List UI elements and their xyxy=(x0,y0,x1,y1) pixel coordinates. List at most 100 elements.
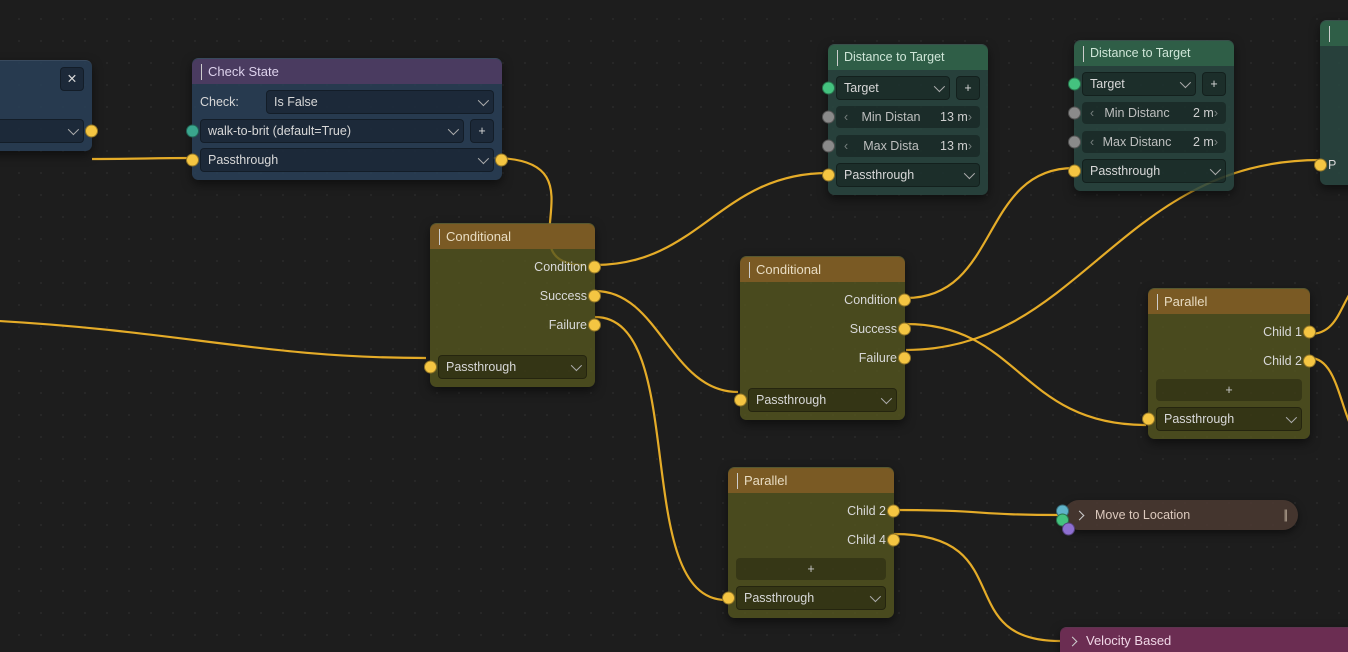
passthrough-select[interactable]: Passthrough xyxy=(1156,407,1302,431)
max-distance-field[interactable]: ‹Max Distanc2 m› xyxy=(1082,131,1226,153)
failure-out-socket[interactable] xyxy=(588,319,601,332)
passthrough-select[interactable]: Passthrough xyxy=(1082,159,1226,183)
node-header[interactable]: Distance to Target xyxy=(1074,41,1234,66)
plus-icon: + xyxy=(807,562,814,576)
node-partial-right[interactable]: P xyxy=(1320,20,1348,185)
state-select[interactable]: walk-to-brit (default=True) xyxy=(200,119,464,143)
state-input-socket[interactable] xyxy=(186,125,199,138)
passthrough-label: P xyxy=(1328,158,1348,172)
min-distance-field[interactable]: ‹Min Distanc2 m› xyxy=(1082,102,1226,124)
node-header[interactable] xyxy=(1320,21,1348,46)
collapse-icon[interactable] xyxy=(1083,41,1084,66)
in-socket-3[interactable] xyxy=(1062,522,1075,535)
node-header[interactable]: Velocity Based xyxy=(1060,628,1348,652)
node-header[interactable]: Conditional xyxy=(740,257,905,282)
pause-icon xyxy=(1276,508,1287,522)
collapse-icon[interactable] xyxy=(439,224,440,249)
node-parallel-1[interactable]: Parallel Child 1 Child 2 + Passthrough xyxy=(1148,288,1310,439)
child-2-out-socket[interactable] xyxy=(1303,355,1316,368)
passthrough-in-socket[interactable] xyxy=(822,169,835,182)
node-conditional-2[interactable]: Conditional Condition Success Failure Pa… xyxy=(740,256,905,420)
target-in-socket[interactable] xyxy=(822,82,835,95)
add-target-button[interactable]: + xyxy=(956,76,980,100)
node-header[interactable]: Distance to Target xyxy=(828,45,988,70)
close-button[interactable]: ✕ xyxy=(60,67,84,91)
node-title: Distance to Target xyxy=(844,45,945,70)
failure-out-socket[interactable] xyxy=(898,352,911,365)
passthrough-select[interactable]: Passthrough xyxy=(200,148,494,172)
max-in-socket[interactable] xyxy=(1068,136,1081,149)
passthrough-out-socket[interactable] xyxy=(495,154,508,167)
collapse-icon[interactable] xyxy=(737,468,738,493)
collapse-icon[interactable] xyxy=(1157,289,1158,314)
collapse-icon[interactable] xyxy=(837,45,838,70)
node-header[interactable]: Conditional xyxy=(430,224,595,249)
axe-select[interactable]: d is axe xyxy=(0,119,84,143)
target-select[interactable]: Target xyxy=(1082,72,1196,96)
add-target-button[interactable]: + xyxy=(1202,72,1226,96)
node-header[interactable]: Check State xyxy=(192,59,502,84)
child-4-out-socket[interactable] xyxy=(887,534,900,547)
check-value-select[interactable]: Is False xyxy=(266,90,494,114)
target-in-socket[interactable] xyxy=(1068,78,1081,91)
child-4-label: Child 4 xyxy=(736,533,886,547)
node-title: Check State xyxy=(208,59,279,84)
passthrough-in-socket[interactable] xyxy=(186,154,199,167)
child-1-label: Child 1 xyxy=(1156,325,1302,339)
passthrough-in-socket[interactable] xyxy=(1314,159,1327,172)
node-conditional-1[interactable]: Conditional Condition Success Failure Pa… xyxy=(430,223,595,387)
min-in-socket[interactable] xyxy=(822,111,835,124)
node-header[interactable]: Parallel xyxy=(1148,289,1310,314)
node-partial-left[interactable]: ✕ d is axe xyxy=(0,60,92,151)
node-distance-2[interactable]: Distance to Target Target + ‹Min Distanc… xyxy=(1074,40,1234,191)
collapse-icon[interactable] xyxy=(749,257,750,282)
passthrough-in-socket[interactable] xyxy=(424,361,437,374)
node-distance-1[interactable]: Distance to Target Target + ‹Min Distan1… xyxy=(828,44,988,195)
node-title: Conditional xyxy=(446,224,511,249)
passthrough-in-socket[interactable] xyxy=(722,592,735,605)
node-parallel-2[interactable]: Parallel Child 2 Child 4 + Passthrough xyxy=(728,467,894,618)
node-check-state[interactable]: Check State Check: Is False walk-to-brit… xyxy=(192,58,502,180)
add-child-button[interactable]: + xyxy=(1156,379,1302,401)
node-header[interactable]: Parallel xyxy=(728,468,894,493)
passthrough-select[interactable]: Passthrough xyxy=(748,388,897,412)
failure-label: Failure xyxy=(438,318,587,332)
plus-icon: + xyxy=(1210,74,1217,94)
passthrough-select[interactable]: Passthrough xyxy=(836,163,980,187)
add-state-button[interactable]: + xyxy=(470,119,494,143)
min-in-socket[interactable] xyxy=(1068,107,1081,120)
output-socket[interactable] xyxy=(85,125,98,138)
condition-label: Condition xyxy=(748,293,897,307)
max-in-socket[interactable] xyxy=(822,140,835,153)
success-label: Success xyxy=(438,289,587,303)
collapse-icon[interactable] xyxy=(1329,21,1330,46)
child-2-out-socket[interactable] xyxy=(887,505,900,518)
expand-icon[interactable] xyxy=(1069,628,1080,652)
child-2-label: Child 2 xyxy=(736,504,886,518)
node-velocity-based[interactable]: Velocity Based xyxy=(1060,627,1348,652)
target-select[interactable]: Target xyxy=(836,76,950,100)
check-label: Check: xyxy=(200,95,260,109)
expand-icon[interactable] xyxy=(1076,508,1087,522)
min-distance-field[interactable]: ‹Min Distan13 m› xyxy=(836,106,980,128)
node-title: Parallel xyxy=(1164,289,1207,314)
condition-out-socket[interactable] xyxy=(588,261,601,274)
passthrough-in-socket[interactable] xyxy=(734,394,747,407)
node-move-to-location[interactable]: Move to Location xyxy=(1064,500,1298,530)
plus-icon: + xyxy=(1225,383,1232,397)
node-title: Conditional xyxy=(756,257,821,282)
success-out-socket[interactable] xyxy=(898,323,911,336)
success-out-socket[interactable] xyxy=(588,290,601,303)
passthrough-select[interactable]: Passthrough xyxy=(438,355,587,379)
plus-icon: + xyxy=(964,78,971,98)
passthrough-in-socket[interactable] xyxy=(1142,413,1155,426)
passthrough-in-socket[interactable] xyxy=(1068,165,1081,178)
condition-out-socket[interactable] xyxy=(898,294,911,307)
node-title: Parallel xyxy=(744,468,787,493)
passthrough-select[interactable]: Passthrough xyxy=(736,586,886,610)
success-label: Success xyxy=(748,322,897,336)
add-child-button[interactable]: + xyxy=(736,558,886,580)
max-distance-field[interactable]: ‹Max Dista13 m› xyxy=(836,135,980,157)
collapse-icon[interactable] xyxy=(201,59,202,84)
child-1-out-socket[interactable] xyxy=(1303,326,1316,339)
